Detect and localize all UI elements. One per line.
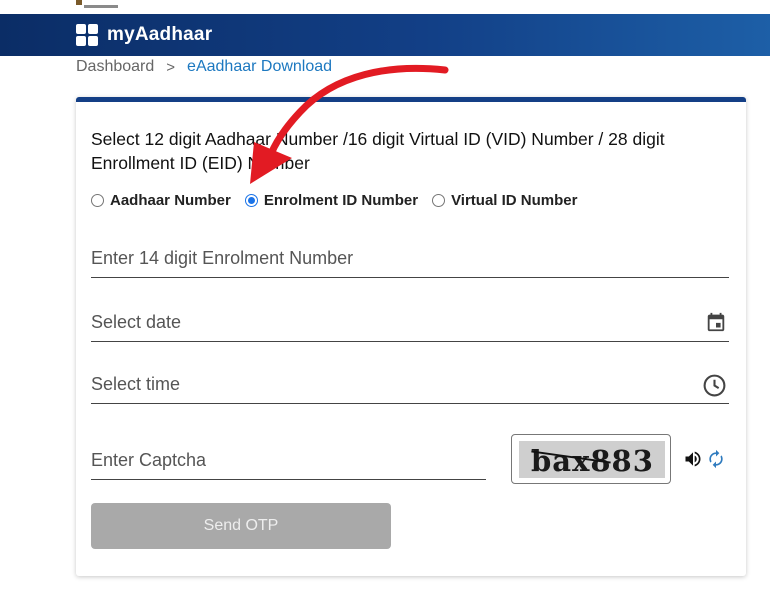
captcha-image: bax883 — [519, 441, 665, 478]
id-type-radio-group: Aadhaar Number Enrolment ID Number Virtu… — [91, 192, 591, 209]
radio-label-enrolment: Enrolment ID Number — [263, 192, 419, 209]
radio-option-aadhaar[interactable]: Aadhaar Number — [91, 192, 231, 209]
card-accent-bar — [76, 97, 746, 102]
enrolment-number-placeholder: Enter 14 digit Enrolment Number — [91, 248, 354, 268]
captcha-image-box: bax883 — [511, 434, 671, 484]
send-otp-button[interactable]: Send OTP — [91, 503, 391, 549]
breadcrumb-dashboard[interactable]: Dashboard — [76, 58, 154, 76]
refresh-icon[interactable] — [706, 449, 726, 469]
grid-logo-icon[interactable] — [76, 24, 98, 46]
top-strip — [0, 0, 770, 14]
app-header: myAadhaar — [0, 14, 770, 56]
breadcrumb-current[interactable]: eAadhaar Download — [187, 58, 332, 76]
date-field[interactable]: Select date — [91, 302, 729, 342]
app-title[interactable]: myAadhaar — [107, 24, 212, 46]
radio-label-vid: Virtual ID Number — [451, 192, 578, 209]
captcha-field[interactable]: Enter Captcha — [91, 440, 486, 480]
date-placeholder: Select date — [91, 312, 182, 332]
time-placeholder: Select time — [91, 374, 181, 394]
enrolment-number-field[interactable]: Enter 14 digit Enrolment Number — [91, 238, 729, 278]
calendar-icon[interactable] — [705, 311, 727, 333]
download-form-card: Select 12 digit Aadhaar Number /16 digit… — [76, 97, 746, 576]
id-type-instruction: Select 12 digit Aadhaar Number /16 digit… — [91, 129, 665, 173]
breadcrumb: Dashboard > eAadhaar Download — [76, 58, 332, 76]
time-field[interactable]: Select time — [91, 364, 729, 404]
speaker-icon[interactable] — [683, 449, 703, 469]
radio-virtual-id[interactable] — [432, 194, 446, 207]
emblem-logo — [76, 0, 118, 8]
radio-option-enrolment[interactable]: Enrolment ID Number — [244, 192, 419, 209]
radio-enrolment-id[interactable] — [244, 194, 258, 207]
radio-aadhaar-number[interactable] — [91, 194, 104, 207]
breadcrumb-separator: > — [166, 58, 176, 76]
clock-icon[interactable] — [702, 373, 727, 398]
radio-label-aadhaar: Aadhaar Number — [110, 192, 231, 209]
radio-option-vid[interactable]: Virtual ID Number — [432, 192, 577, 209]
captcha-placeholder: Enter Captcha — [91, 450, 207, 470]
